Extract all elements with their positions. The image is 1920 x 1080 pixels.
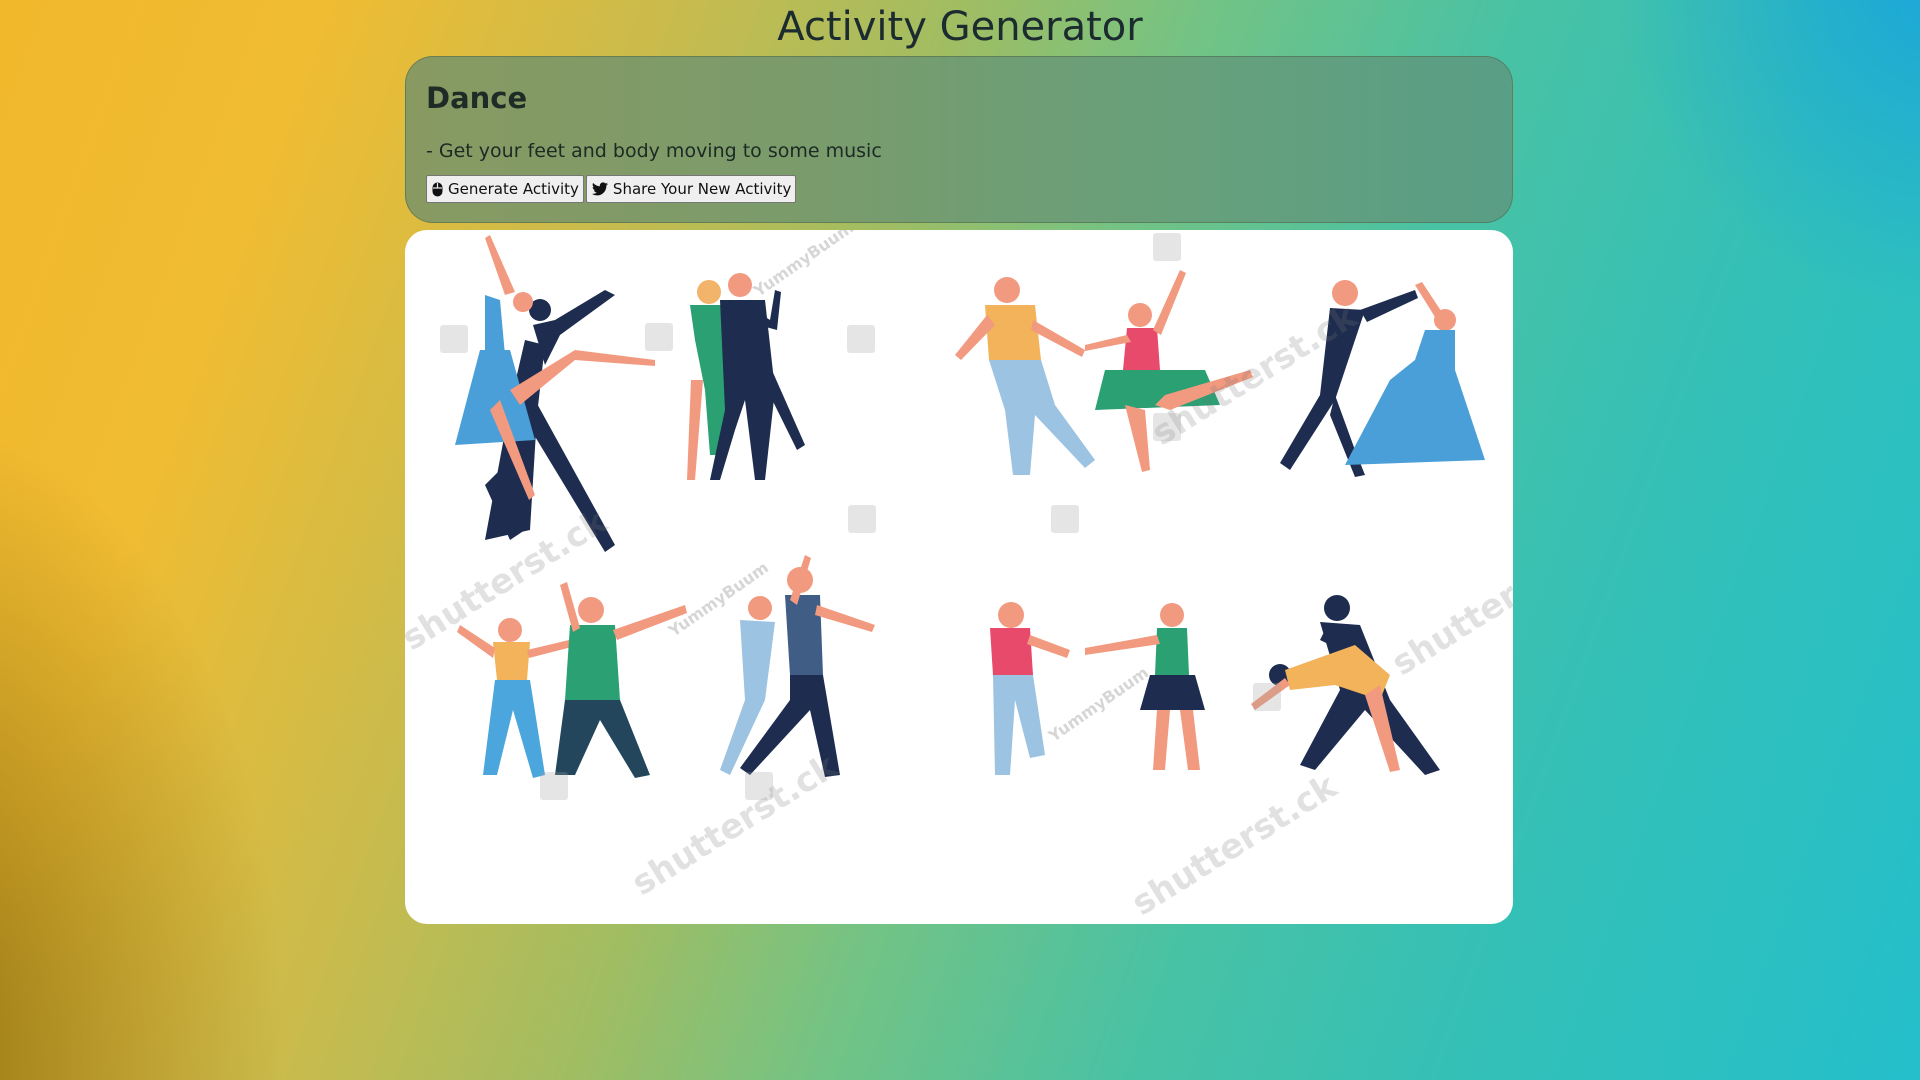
generate-activity-button[interactable]: Generate Activity [426,175,584,203]
watermark-icon [440,325,468,353]
action-buttons: Generate Activity Share Your New Activit… [426,175,797,203]
activity-card: Dance - Get your feet and body moving to… [405,56,1513,223]
watermark-icon [1253,683,1281,711]
watermark-icon [540,772,568,800]
activity-name: Dance [426,81,528,115]
watermark-icon [847,325,875,353]
ballet-couple [455,235,655,552]
activity-image: shutterst.ck shutterst.ck shutterst.ck s… [405,230,1513,924]
watermark-icon [1153,413,1181,441]
waltz-couple [1280,280,1485,477]
watermark-icon [1051,505,1079,533]
activity-description: - Get your feet and body moving to some … [426,140,882,162]
share-activity-label: Share Your New Activity [612,180,792,198]
twitter-icon [591,182,608,196]
mouse-icon [432,182,443,197]
generate-activity-label: Generate Activity [448,180,579,198]
swing-couple [955,270,1253,475]
salsa-couple [990,602,1205,775]
watermark-icon [645,323,673,351]
tango-couple [687,273,805,480]
watermark-icon [848,505,876,533]
watermark-icon [745,772,773,800]
watermark-icon [1153,233,1181,261]
page-title: Activity Generator [777,4,1143,50]
share-activity-button[interactable]: Share Your New Activity [585,175,797,203]
